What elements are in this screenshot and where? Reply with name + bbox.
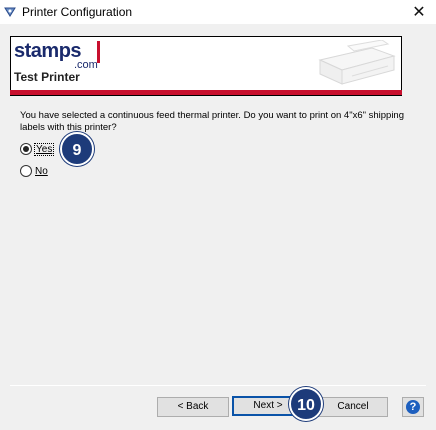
footer-separator	[10, 385, 426, 386]
help-button[interactable]: ?	[402, 397, 424, 417]
back-button[interactable]: < Back	[157, 397, 229, 417]
printer-name: Test Printer	[14, 70, 80, 84]
close-button[interactable]: ✕	[408, 3, 430, 21]
printer-illustration	[318, 40, 396, 85]
step-badge-9: 9	[60, 132, 94, 166]
title-bar: Printer Configuration ✕	[0, 0, 436, 24]
banner-accent-bar	[10, 90, 402, 95]
step-badge-10: 10	[289, 387, 323, 421]
yes-radio[interactable]	[20, 143, 32, 155]
option-yes[interactable]: Yes	[20, 142, 55, 156]
cancel-button[interactable]: Cancel	[318, 397, 388, 417]
stamps-logo: stamps .com	[14, 40, 100, 71]
no-radio[interactable]	[20, 165, 32, 177]
yes-label[interactable]: Yes	[33, 142, 55, 156]
logo-text: stamps	[14, 40, 82, 62]
window-title: Printer Configuration	[22, 5, 133, 19]
no-label[interactable]: No	[35, 166, 48, 177]
help-icon: ?	[406, 400, 420, 414]
option-no[interactable]: No	[20, 164, 48, 178]
printer-question: You have selected a continuous feed ther…	[20, 110, 404, 133]
printer-config-icon	[4, 7, 16, 17]
printer-configuration-dialog: Printer Configuration ✕ stamps .com Test…	[0, 0, 436, 430]
